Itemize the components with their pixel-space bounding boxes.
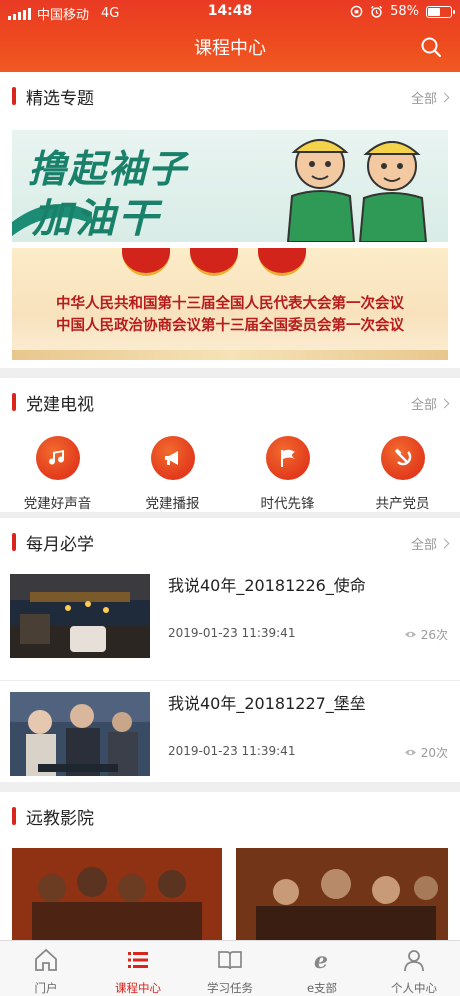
list-icon xyxy=(128,952,148,968)
view-count-text: 26次 xyxy=(420,628,448,642)
featured-header: 精选专题 全部 xyxy=(0,72,460,120)
section-title: 每月必学 xyxy=(26,535,94,555)
party-emblem-icon xyxy=(190,248,238,276)
battery-icon xyxy=(426,5,455,18)
megaphone-icon xyxy=(150,436,195,480)
monthly-header: 每月必学 全部 xyxy=(0,518,460,566)
video-date: 2019-01-23 11:39:41 xyxy=(168,626,296,640)
banner-footer-decoration xyxy=(12,350,448,360)
alarm-icon xyxy=(370,5,383,18)
banner-headline-1: 中华人民共和国第十三届全国人民代表大会第一次会议 xyxy=(56,296,404,312)
featured-section: 精选专题 全部 撸起袖子 加油干 中华人民共和国第十三届全国人民代表大会第一次会… xyxy=(0,72,460,368)
film-poster[interactable] xyxy=(12,848,222,948)
monthly-more-link[interactable]: 全部 xyxy=(410,534,450,553)
video-thumbnail xyxy=(10,574,150,658)
chevron-right-icon xyxy=(439,92,450,103)
tab-label: 个人中心 xyxy=(391,981,437,995)
tv-item-good-voice[interactable]: 党建好声音 xyxy=(0,436,115,512)
music-note-icon xyxy=(35,436,80,480)
battery-percent: 58% xyxy=(390,4,419,19)
featured-more-link[interactable]: 全部 xyxy=(410,88,450,107)
tv-item-broadcast[interactable]: 党建播报 xyxy=(115,436,230,512)
tv-item-label: 党建播报 xyxy=(145,496,200,512)
section-marker xyxy=(12,393,16,411)
tab-course-center[interactable]: 课程中心 xyxy=(92,941,184,996)
film-poster[interactable] xyxy=(236,848,448,948)
chevron-right-icon xyxy=(439,538,450,549)
featured-banner-1[interactable]: 撸起袖子 加油干 xyxy=(12,130,448,242)
chevron-right-icon xyxy=(439,398,450,409)
tv-item-pioneer[interactable]: 时代先锋 xyxy=(230,436,345,512)
party-tv-header: 党建电视 全部 xyxy=(0,378,460,426)
person-icon xyxy=(404,950,424,972)
video-row[interactable]: 我说40年_20181227_堡垒 2019-01-23 11:39:41 20… xyxy=(0,682,460,799)
cinema-header: 远教影院 xyxy=(0,792,460,840)
view-count-text: 20次 xyxy=(420,746,448,760)
tab-portal[interactable]: 门户 xyxy=(0,941,92,996)
tab-e-branch[interactable]: e e支部 xyxy=(276,941,368,996)
banner-slogan-line2: 加油干 xyxy=(32,196,161,242)
tab-label: e支部 xyxy=(306,981,338,995)
book-icon xyxy=(218,951,242,970)
party-tv-section: 党建电视 全部 党建好声音 党建播报 时代先锋 共产党员 xyxy=(0,378,460,512)
video-thumbnail xyxy=(10,692,150,776)
more-label: 全部 xyxy=(410,398,437,413)
tv-item-label: 党建好声音 xyxy=(23,496,92,512)
cppcc-emblem-icon xyxy=(258,248,306,276)
section-title: 党建电视 xyxy=(26,395,94,415)
video-date: 2019-01-23 11:39:41 xyxy=(168,744,296,758)
workers-illustration xyxy=(286,139,428,242)
section-marker xyxy=(12,87,16,105)
tab-label: 学习任务 xyxy=(207,981,253,995)
svg-text:e: e xyxy=(314,948,328,973)
view-count: 20次 xyxy=(404,744,448,761)
banner-headline-2: 中国人民政治协商会议第十三届全国委员会第一次会议 xyxy=(56,318,404,334)
e-icon: e xyxy=(314,948,328,974)
tab-label: 门户 xyxy=(34,981,58,995)
featured-banner-2[interactable]: 中华人民共和国第十三届全国人民代表大会第一次会议 中国人民政治协商会议第十三届全… xyxy=(12,248,448,360)
eye-icon xyxy=(404,749,416,756)
national-emblem-icon xyxy=(122,248,170,276)
search-icon[interactable] xyxy=(420,36,442,58)
emblems-decoration xyxy=(122,248,306,276)
section-marker xyxy=(12,533,16,551)
video-row[interactable]: 我说40年_20181226_使命 2019-01-23 11:39:41 26… xyxy=(0,564,460,681)
more-label: 全部 xyxy=(410,538,437,553)
top-bar: 中国移动 4G 14:48 58% 课程中心 xyxy=(0,0,460,72)
tv-item-party-member[interactable]: 共产党员 xyxy=(345,436,460,512)
tab-bar: 门户 课程中心 学习任务 e e支部 个人中心 xyxy=(0,940,460,996)
tab-label: 课程中心 xyxy=(115,981,161,995)
section-title: 精选专题 xyxy=(26,89,94,109)
section-title: 远教影院 xyxy=(26,809,94,829)
cinema-section: 远教影院 xyxy=(0,792,460,948)
party-tv-more-link[interactable]: 全部 xyxy=(410,394,450,413)
more-label: 全部 xyxy=(410,92,437,107)
status-bar: 中国移动 4G 14:48 58% xyxy=(0,0,460,24)
view-count: 26次 xyxy=(404,626,448,643)
page-title: 课程中心 xyxy=(194,38,266,59)
eye-icon xyxy=(404,631,416,638)
video-title: 我说40年_20181226_使命 xyxy=(168,576,366,595)
monthly-section: 每月必学 全部 我说40年_20181226_使命 2019-01-23 11:… xyxy=(0,518,460,782)
orientation-lock-icon xyxy=(350,5,363,18)
tv-item-label: 共产党员 xyxy=(375,496,430,512)
tab-study-tasks[interactable]: 学习任务 xyxy=(184,941,276,996)
video-title: 我说40年_20181227_堡垒 xyxy=(168,694,366,713)
hammer-sickle-icon xyxy=(380,436,425,480)
home-icon xyxy=(35,948,57,971)
flag-icon xyxy=(265,436,310,480)
section-marker xyxy=(12,807,16,825)
banner-slogan-line1: 撸起袖子 xyxy=(28,147,189,191)
tv-item-label: 时代先锋 xyxy=(260,496,315,512)
tab-personal-center[interactable]: 个人中心 xyxy=(368,941,460,996)
